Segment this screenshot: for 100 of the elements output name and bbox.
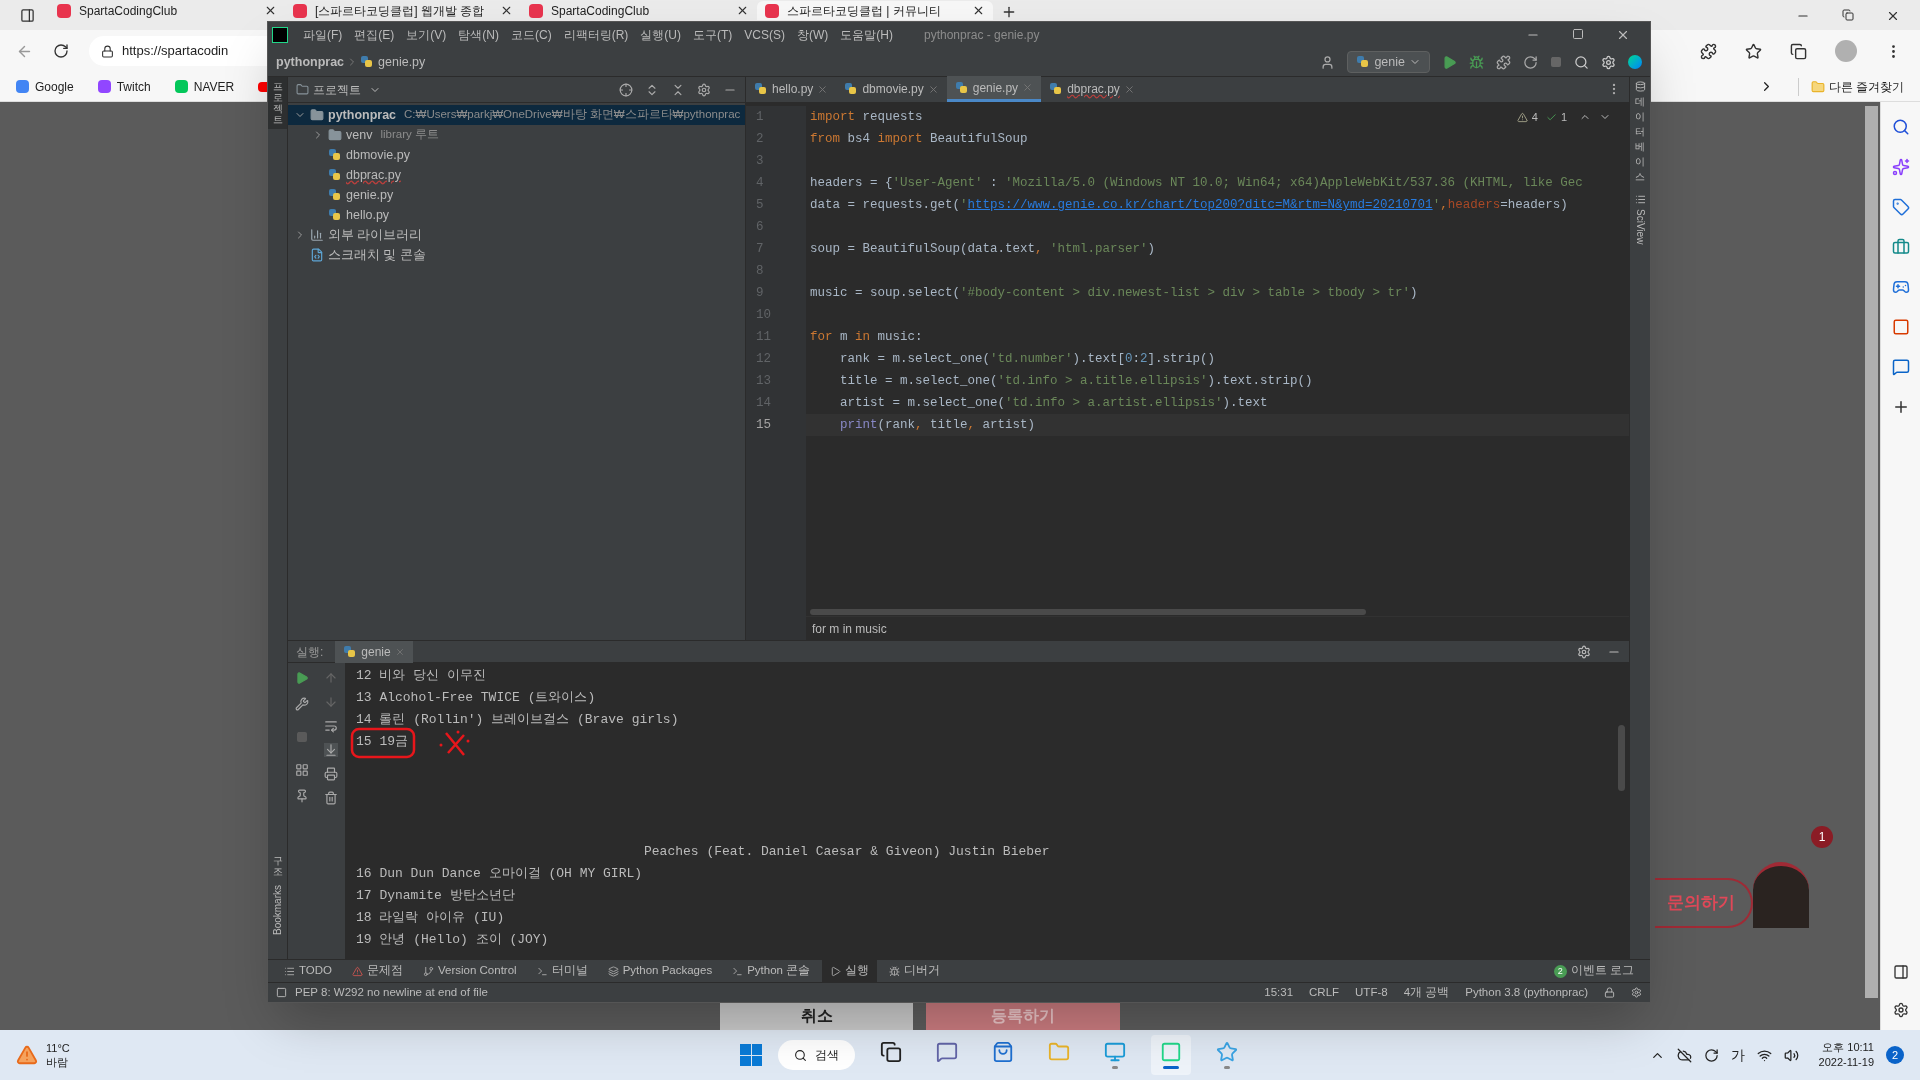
layout-icon[interactable] bbox=[276, 987, 287, 998]
layout-icon[interactable] bbox=[295, 763, 310, 777]
sidebar-toggle-icon[interactable] bbox=[1892, 964, 1909, 980]
run-icon[interactable] bbox=[1442, 54, 1457, 70]
tree-item[interactable]: hello.py bbox=[288, 205, 745, 225]
close-icon[interactable] bbox=[736, 4, 749, 17]
inspector-icon[interactable] bbox=[1631, 987, 1642, 998]
search-icon[interactable] bbox=[1574, 54, 1589, 70]
horizontal-scrollbar[interactable] bbox=[810, 609, 1366, 615]
tool-window-button[interactable]: 구조 bbox=[272, 855, 283, 877]
close-icon[interactable] bbox=[1886, 9, 1900, 23]
plugin-logo-icon[interactable] bbox=[1628, 55, 1642, 69]
settings-icon[interactable] bbox=[1577, 644, 1591, 659]
clock[interactable]: 오후 10:11 2022-11-19 bbox=[1818, 1040, 1874, 1070]
tool-tab[interactable]: 실행 bbox=[822, 959, 878, 983]
tool-tab[interactable]: Version Control bbox=[415, 959, 525, 983]
menu-item[interactable]: 편집(E) bbox=[349, 26, 400, 44]
vertical-scrollbar[interactable] bbox=[1618, 725, 1625, 791]
tool-tab[interactable]: 디버거 bbox=[881, 959, 949, 983]
bookmark[interactable]: 다른 즐겨찾기 bbox=[1797, 77, 1904, 96]
tab-actions-icon[interactable] bbox=[20, 8, 35, 23]
cloud-icon[interactable] bbox=[1676, 1047, 1692, 1063]
editor-tab[interactable]: dbmovie.py bbox=[836, 76, 947, 102]
tool-window-button[interactable]: Bookmarks bbox=[270, 885, 285, 935]
tag-icon[interactable] bbox=[1891, 198, 1910, 216]
taskbar-search[interactable]: 검색 bbox=[778, 1040, 855, 1070]
status-item[interactable]: Python 3.8 (pythonprac) bbox=[1465, 983, 1588, 1002]
search-icon[interactable] bbox=[1891, 118, 1910, 136]
start-icon[interactable] bbox=[740, 1044, 762, 1066]
browser-tab[interactable]: [스파르타코딩클럽] 웹개발 종합 bbox=[285, 1, 521, 20]
volume-icon[interactable] bbox=[1783, 1047, 1799, 1063]
menu-item[interactable]: 파일(F) bbox=[298, 26, 348, 44]
browser-tab[interactable]: SpartaCodingClub bbox=[521, 1, 757, 20]
tool-tab[interactable]: Python Packages bbox=[599, 959, 721, 983]
new-tab-icon[interactable] bbox=[1001, 4, 1017, 20]
event-log-button[interactable]: 2 이벤트 로그 bbox=[1545, 962, 1642, 980]
reload-icon[interactable] bbox=[53, 43, 69, 59]
code-breadcrumb[interactable]: for m in music bbox=[812, 619, 887, 638]
browser-tab[interactable]: SpartaCodingClub bbox=[49, 1, 285, 20]
status-item[interactable]: UTF-8 bbox=[1355, 983, 1388, 1002]
status-item[interactable]: 15:31 bbox=[1264, 983, 1294, 1002]
sparkle-icon[interactable] bbox=[1891, 158, 1910, 176]
soft-wrap-icon[interactable] bbox=[323, 719, 338, 733]
input-method-indicator[interactable]: 가 bbox=[1730, 1044, 1745, 1066]
menu-item[interactable]: VCS(S) bbox=[739, 26, 790, 44]
tree-item[interactable]: genie.py bbox=[288, 185, 745, 205]
breadcrumb-item[interactable]: genie.py bbox=[378, 52, 426, 72]
close-icon[interactable] bbox=[1616, 28, 1630, 42]
tree-item[interactable]: pythonprac C:₩Users₩parkj₩OneDrive₩바탕 화면₩스파르타₩pythonprac bbox=[288, 105, 745, 125]
bookmark[interactable]: Twitch bbox=[97, 77, 151, 96]
tree-item[interactable]: 스크래치 및 콘솔 bbox=[288, 245, 745, 265]
tool-tab[interactable]: Python 콘솔 bbox=[724, 959, 819, 983]
office-icon[interactable] bbox=[1891, 318, 1910, 336]
print-icon[interactable] bbox=[323, 767, 338, 781]
tree-item[interactable]: 외부 라이브러리 bbox=[288, 225, 745, 245]
favorite-icon[interactable] bbox=[1745, 42, 1762, 60]
wrench-icon[interactable] bbox=[295, 697, 310, 711]
menu-item[interactable]: 도구(T) bbox=[688, 26, 738, 44]
bookmark[interactable]: Google bbox=[16, 77, 74, 96]
panel-title[interactable]: 프로젝트 bbox=[313, 80, 361, 99]
tree-item[interactable]: venv library 루트 bbox=[288, 125, 745, 145]
status-item[interactable]: 4개 공백 bbox=[1403, 983, 1450, 1002]
menu-item[interactable]: 리팩터링(R) bbox=[558, 26, 634, 44]
page-scrollbar[interactable] bbox=[1865, 106, 1878, 998]
locate-icon[interactable] bbox=[619, 82, 633, 97]
close-icon[interactable] bbox=[264, 4, 277, 17]
tool-tab[interactable]: 터미널 bbox=[528, 959, 596, 983]
coverage-icon[interactable] bbox=[1496, 54, 1511, 70]
collapse-all-icon[interactable] bbox=[671, 82, 685, 97]
settings-icon[interactable] bbox=[1892, 1002, 1909, 1018]
extensions-icon[interactable] bbox=[1700, 42, 1717, 60]
tool-window-button[interactable]: SciView bbox=[1634, 194, 1646, 245]
tree-item[interactable]: dbprac.py bbox=[288, 165, 745, 185]
run-tab[interactable]: genie bbox=[335, 640, 413, 663]
maximize-icon[interactable] bbox=[1572, 28, 1584, 40]
trash-icon[interactable] bbox=[323, 791, 338, 805]
editor-tab[interactable]: hello.py bbox=[746, 76, 837, 102]
run-config-dropdown[interactable]: genie bbox=[1347, 51, 1430, 73]
notification-badge[interactable]: 2 bbox=[1886, 1046, 1904, 1064]
close-icon[interactable] bbox=[972, 4, 985, 17]
restore-icon[interactable] bbox=[1842, 9, 1854, 21]
editor-tab[interactable]: dbprac.py bbox=[1041, 76, 1143, 102]
sync-icon[interactable] bbox=[1703, 1047, 1719, 1063]
menu-item[interactable]: 보기(V) bbox=[401, 26, 452, 44]
mail-icon[interactable] bbox=[1891, 358, 1910, 376]
menu-item[interactable]: 탐색(N) bbox=[453, 26, 504, 44]
tool-tab[interactable]: 문제점 bbox=[344, 959, 411, 983]
user-icon[interactable] bbox=[1320, 54, 1336, 70]
menu-item[interactable]: 코드(C) bbox=[506, 26, 557, 44]
close-icon[interactable] bbox=[500, 4, 513, 17]
wifi-icon[interactable] bbox=[1756, 1047, 1772, 1063]
debug-icon[interactable] bbox=[1469, 54, 1484, 70]
rerun-icon[interactable] bbox=[295, 671, 310, 685]
profile-icon[interactable] bbox=[1523, 54, 1538, 70]
gamepad-icon[interactable] bbox=[1891, 278, 1910, 296]
editor-tab[interactable]: genie.py bbox=[946, 76, 1042, 102]
cancel-button[interactable]: 취소 bbox=[720, 1002, 913, 1030]
menu-item[interactable]: 도움말(H) bbox=[835, 26, 898, 44]
briefcase-icon[interactable] bbox=[1891, 238, 1910, 256]
scroll-to-end-icon[interactable] bbox=[323, 743, 338, 757]
